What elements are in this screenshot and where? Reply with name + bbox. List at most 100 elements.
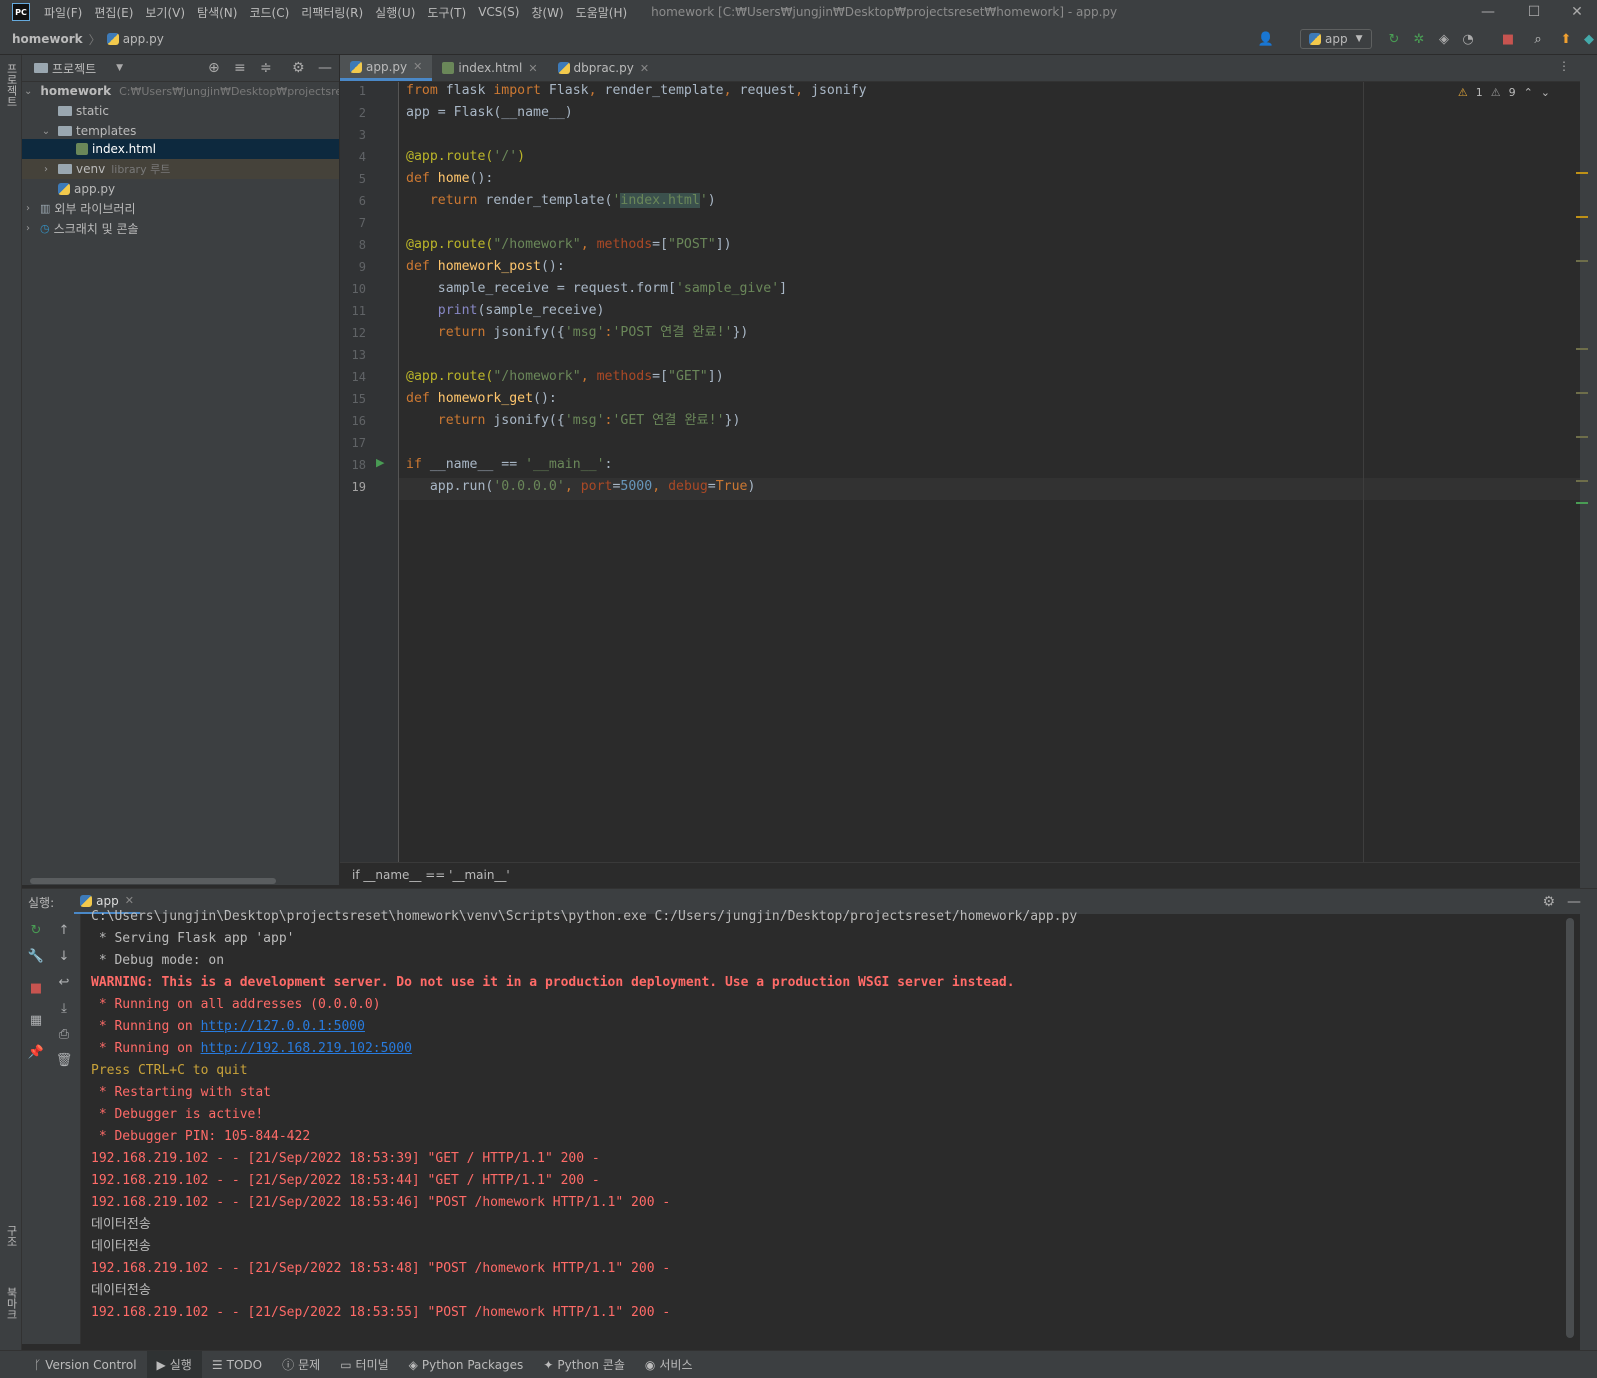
stop-icon[interactable]: ■ — [1500, 31, 1516, 47]
bookmarks-tool-label[interactable]: 북마크 — [3, 1287, 19, 1320]
tree-item-static[interactable]: static — [22, 101, 339, 121]
close-tab-icon[interactable]: ✕ — [413, 60, 422, 73]
profile-icon[interactable]: ◔ — [1460, 31, 1476, 47]
tree-item-scratches[interactable]: › ◷ 스크래치 및 콘솔 — [22, 218, 339, 238]
console-scrollbar[interactable] — [1566, 918, 1574, 1338]
menu-code[interactable]: 코드(C) — [243, 4, 295, 21]
soft-wrap-icon[interactable]: ↩ — [56, 974, 72, 990]
menu-vcs[interactable]: VCS(S) — [472, 5, 525, 19]
hide-panel-icon[interactable]: — — [318, 60, 332, 76]
menu-refactor[interactable]: 리팩터링(R) — [295, 4, 369, 21]
close-tab-icon[interactable]: ✕ — [640, 62, 649, 75]
minimize-icon[interactable]: — — [1465, 0, 1511, 24]
menu-run[interactable]: 실행(U) — [369, 4, 421, 21]
chevron-down-icon[interactable]: ⌄ — [1541, 86, 1550, 99]
weak-warning-marker[interactable] — [1576, 348, 1588, 350]
gear-icon[interactable]: ⚙ — [292, 60, 305, 76]
tab-app-py[interactable]: app.py ✕ — [340, 55, 433, 81]
update-icon[interactable]: ⬆ — [1558, 31, 1574, 47]
more-tabs-icon[interactable]: ⋮ — [1558, 59, 1570, 73]
trash-icon[interactable]: 🗑 — [56, 1052, 73, 1068]
editor-breadcrumb[interactable]: if __name__ == '__main__' — [340, 862, 1580, 886]
user-icon[interactable]: 👤 — [1258, 31, 1274, 47]
tree-item-index-html[interactable]: index.html — [22, 139, 339, 159]
tree-item-external-libraries[interactable]: › ▥ 외부 라이브러리 — [22, 198, 339, 218]
menu-window[interactable]: 창(W) — [525, 4, 569, 21]
weak-warning-marker[interactable] — [1576, 392, 1588, 394]
collapse-all-icon[interactable]: ≑ — [260, 60, 272, 76]
tool-python-packages[interactable]: ◈ Python Packages — [399, 1358, 534, 1372]
scroll-to-end-icon[interactable]: ⤓ — [56, 1000, 72, 1016]
expand-all-icon[interactable]: ≡ — [234, 60, 246, 76]
arrow-up-icon[interactable]: ↑ — [56, 922, 72, 938]
arrow-down-icon[interactable]: ↓ — [56, 948, 72, 964]
tree-item-templates[interactable]: ⌄ templates — [22, 121, 339, 141]
console-link[interactable]: http://192.168.219.102:5000 — [201, 1041, 412, 1056]
rerun-icon[interactable]: ↻ — [28, 922, 44, 938]
tree-item-homework[interactable]: ⌄ homework C:₩Users₩jungjin₩Desktop₩proj… — [22, 81, 339, 101]
rerun-icon[interactable]: ↻ — [1386, 31, 1402, 47]
tree-item-venv[interactable]: › venv library 루트 — [22, 159, 339, 179]
stop-icon[interactable]: ■ — [28, 980, 44, 996]
pin-icon[interactable]: 📌 — [28, 1044, 44, 1060]
menu-view[interactable]: 보기(V) — [139, 4, 191, 21]
breadcrumb-project[interactable]: homework — [12, 32, 83, 46]
tab-index-html[interactable]: index.html ✕ — [432, 55, 547, 81]
weak-warning-marker[interactable] — [1576, 480, 1588, 482]
console-link[interactable]: http://127.0.0.1:5000 — [201, 1019, 365, 1034]
chevron-right-icon[interactable]: › — [40, 164, 52, 175]
warning-marker[interactable] — [1576, 216, 1588, 218]
locate-icon[interactable]: ⊕ — [208, 60, 220, 76]
weak-warning-marker[interactable] — [1576, 260, 1588, 262]
gear-icon[interactable]: ⚙ — [1542, 894, 1555, 910]
maximize-icon[interactable]: ☐ — [1511, 0, 1557, 24]
close-window-icon[interactable]: ✕ — [1557, 0, 1597, 24]
project-tool-label[interactable]: 프로젝트 — [3, 63, 19, 107]
chevron-down-icon[interactable]: ⌄ — [40, 126, 52, 137]
project-horizontal-scrollbar[interactable] — [30, 878, 276, 884]
chevron-down-icon[interactable]: ▼ — [116, 63, 123, 73]
chevron-down-icon[interactable]: ⌄ — [24, 86, 32, 97]
search-icon[interactable]: ⌕ — [1530, 31, 1546, 47]
menu-file[interactable]: 파일(F) — [38, 4, 88, 21]
run-config-selector[interactable]: app ▼ — [1300, 29, 1372, 49]
breadcrumb-file[interactable]: app.py — [123, 32, 164, 46]
tool-todo[interactable]: ☰ TODO — [202, 1358, 272, 1372]
run-console-output[interactable]: C:\Users\jungjin\Desktop\projectsreset\h… — [81, 909, 1580, 1344]
chevron-right-icon[interactable]: › — [22, 223, 34, 234]
menu-tools[interactable]: 도구(T) — [421, 4, 472, 21]
menu-navigate[interactable]: 탐색(N) — [191, 4, 243, 21]
close-tab-icon[interactable]: ✕ — [528, 62, 537, 75]
tool-run[interactable]: ▶ 실행 — [146, 1351, 202, 1378]
tool-terminal[interactable]: ▭ 터미널 — [330, 1356, 398, 1373]
tool-python-console[interactable]: ✦ Python 콘솔 — [533, 1356, 635, 1373]
chevron-up-icon[interactable]: ⌃ — [1524, 86, 1533, 99]
menu-help[interactable]: 도움말(H) — [570, 4, 634, 21]
menu-edit[interactable]: 편집(E) — [88, 4, 139, 21]
layout-icon[interactable]: ▦ — [28, 1012, 44, 1028]
run-gutter-play-icon[interactable]: ▶ — [376, 456, 384, 469]
layers-icon: ◈ — [408, 1357, 418, 1372]
code-editor[interactable]: 1 2 3 4 5 6 7 8 9 10 11 12 13 14 15 16 1… — [340, 82, 1580, 862]
change-marker[interactable] — [1576, 502, 1588, 504]
structure-tool-label[interactable]: 구조 — [3, 1225, 19, 1247]
weak-warning-marker[interactable] — [1576, 436, 1588, 438]
hide-panel-icon[interactable]: — — [1567, 894, 1581, 910]
tree-item-app-py[interactable]: app.py — [22, 179, 339, 199]
code-line-2: app = Flask(__name__) — [406, 105, 573, 120]
debug-icon[interactable]: ✲ — [1411, 31, 1427, 47]
inspection-widget[interactable]: ⚠ 1 ⚠ 9 ⌃ ⌄ — [1458, 86, 1550, 99]
tab-dbprac-py[interactable]: dbprac.py ✕ — [548, 55, 660, 81]
tool-problems[interactable]: ⓘ 문제 — [272, 1356, 330, 1373]
wrench-icon[interactable]: 🔧 — [28, 948, 44, 964]
tool-version-control[interactable]: ᚴ Version Control — [24, 1358, 147, 1372]
line-number: 16 — [351, 414, 366, 428]
plugin-icon[interactable]: ◆ — [1582, 31, 1596, 47]
project-panel-title[interactable]: 프로젝트 — [52, 60, 96, 77]
chevron-right-icon[interactable]: › — [22, 203, 34, 214]
coverage-icon[interactable]: ◈ — [1436, 31, 1452, 47]
code-line-6: return render_template('index.html') — [429, 193, 716, 208]
tool-services[interactable]: ◉ 서비스 — [635, 1356, 703, 1373]
warning-marker[interactable] — [1576, 172, 1588, 174]
print-icon[interactable]: ⎙ — [56, 1026, 72, 1042]
